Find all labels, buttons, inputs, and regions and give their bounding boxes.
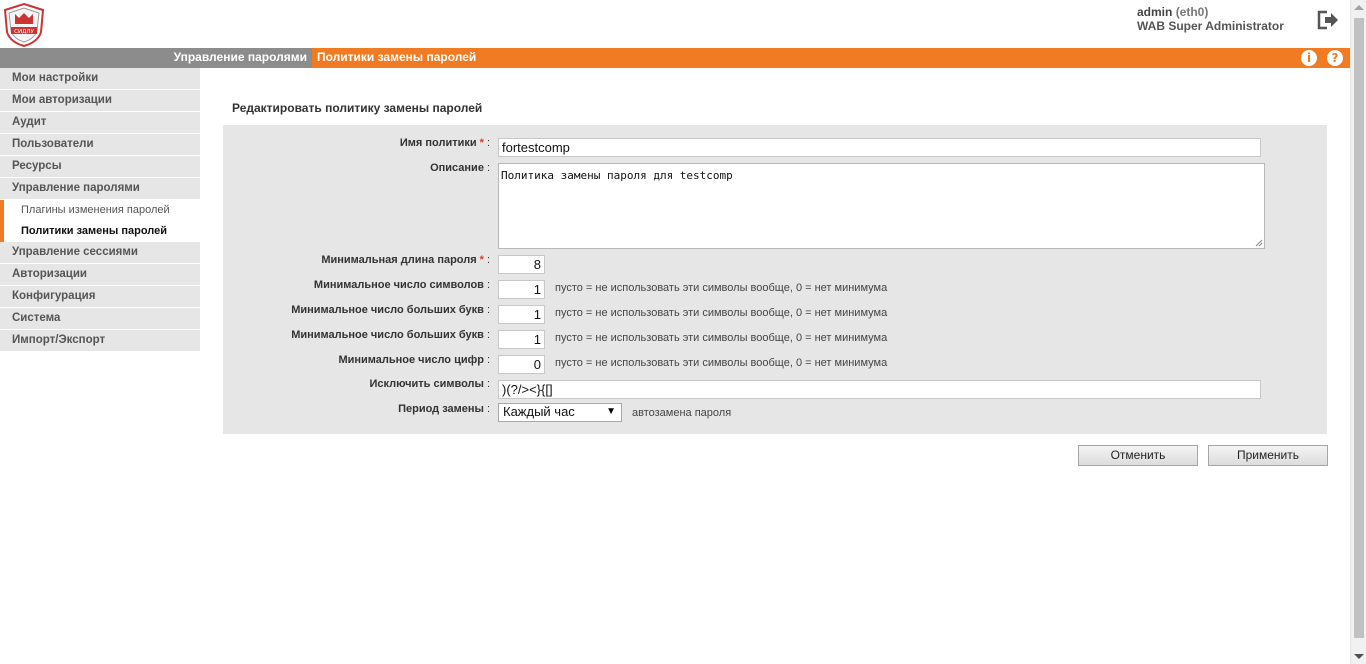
breadcrumb-bar: Управление паролями Политики замены паро… — [0, 48, 1350, 68]
cancel-button[interactable]: Отменить — [1078, 445, 1198, 466]
min-digits-hint: пусто = не использовать эти символы вооб… — [555, 357, 888, 369]
exclude-input[interactable]: )(?/><}{[] — [498, 380, 1261, 399]
sidebar-item-configuration[interactable]: Конфигурация — [0, 286, 200, 308]
policy-name-input[interactable]: fortestcomp — [498, 138, 1261, 157]
min-upper-label: Минимальное число больших букв: — [291, 304, 490, 316]
apply-button[interactable]: Применить — [1208, 445, 1328, 466]
min-length-input[interactable]: 8 — [498, 255, 545, 274]
user-name: admin — [1137, 5, 1173, 19]
page-title: Редактировать политику замены паролей — [232, 101, 483, 115]
sidebar-item-my-authorizations[interactable]: Мои авторизации — [0, 90, 200, 112]
vertical-scrollbar[interactable] — [1350, 0, 1366, 664]
min-upper2-label: Минимальное число больших букв: — [291, 329, 490, 341]
sidebar: Мои настройки Мои авторизации Аудит Поль… — [0, 68, 200, 352]
scroll-down-icon[interactable] — [1354, 654, 1364, 659]
sidebar-item-import-export[interactable]: Импорт/Экспорт — [0, 330, 200, 352]
min-upper-hint: пусто = не использовать эти символы вооб… — [555, 307, 888, 319]
svg-text:СИДЛУ: СИДЛУ — [14, 29, 34, 35]
min-symbols-label: Минимальное число символов: — [313, 279, 490, 291]
period-hint: автозамена пароля — [632, 407, 732, 419]
breadcrumb-parent[interactable]: Управление паролями — [0, 48, 312, 68]
sidebar-item-resources[interactable]: Ресурсы — [0, 156, 200, 178]
min-upper2-input[interactable]: 1 — [498, 330, 545, 349]
period-label: Период замены: — [398, 403, 490, 415]
min-symbols-input[interactable]: 1 — [498, 280, 545, 299]
scroll-up-icon[interactable] — [1354, 5, 1364, 10]
scroll-thumb[interactable] — [1354, 18, 1364, 638]
help-icon[interactable]: ? — [1327, 50, 1343, 66]
min-digits-input[interactable]: 0 — [498, 355, 545, 374]
sidebar-item-my-settings[interactable]: Мои настройки — [0, 68, 200, 90]
sidebar-item-password-management[interactable]: Управление паролями — [0, 178, 200, 200]
min-digits-label: Минимальное число цифр: — [338, 354, 490, 366]
sidebar-item-audit[interactable]: Аудит — [0, 112, 200, 134]
dropdown-arrow-icon: ▼ — [606, 406, 616, 417]
description-label: Описание: — [430, 162, 490, 174]
min-upper2-hint: пусто = не использовать эти символы вооб… — [555, 332, 888, 344]
min-length-label: Минимальная длина пароля *: — [321, 254, 490, 266]
sidebar-item-users[interactable]: Пользователи — [0, 134, 200, 156]
logout-icon[interactable] — [1316, 9, 1340, 31]
period-select-value: Каждый час — [503, 404, 575, 419]
user-info: admin (eth0) WAB Super Administrator — [1137, 5, 1284, 33]
logo: СИДЛУ — [3, 2, 45, 48]
sidebar-item-system[interactable]: Система — [0, 308, 200, 330]
period-select[interactable]: Каждый час ▼ — [498, 403, 622, 422]
breadcrumb-current: Политики замены паролей — [317, 50, 477, 64]
min-upper-input[interactable]: 1 — [498, 305, 545, 324]
user-role: WAB Super Administrator — [1137, 19, 1284, 33]
description-textarea[interactable]: Политика замены пароля для testcomp — [498, 163, 1265, 249]
sidebar-item-session-management[interactable]: Управление сессиями — [0, 242, 200, 264]
sidebar-subitem-password-policies[interactable]: Политики замены паролей — [0, 221, 200, 242]
sidebar-item-authorizations[interactable]: Авторизации — [0, 264, 200, 286]
min-symbols-hint: пусто = не использовать эти символы вооб… — [555, 282, 888, 294]
resize-grip-icon[interactable] — [1255, 239, 1263, 247]
exclude-label: Исключить символы: — [369, 378, 490, 390]
user-interface: (eth0) — [1175, 5, 1209, 19]
policy-name-label: Имя политики *: — [399, 137, 490, 149]
sidebar-subitem-password-plugins[interactable]: Плагины изменения паролей — [0, 200, 200, 221]
info-icon[interactable]: i — [1301, 50, 1317, 66]
header: СИДЛУ admin (eth0) WAB Super Administrat… — [0, 0, 1350, 48]
